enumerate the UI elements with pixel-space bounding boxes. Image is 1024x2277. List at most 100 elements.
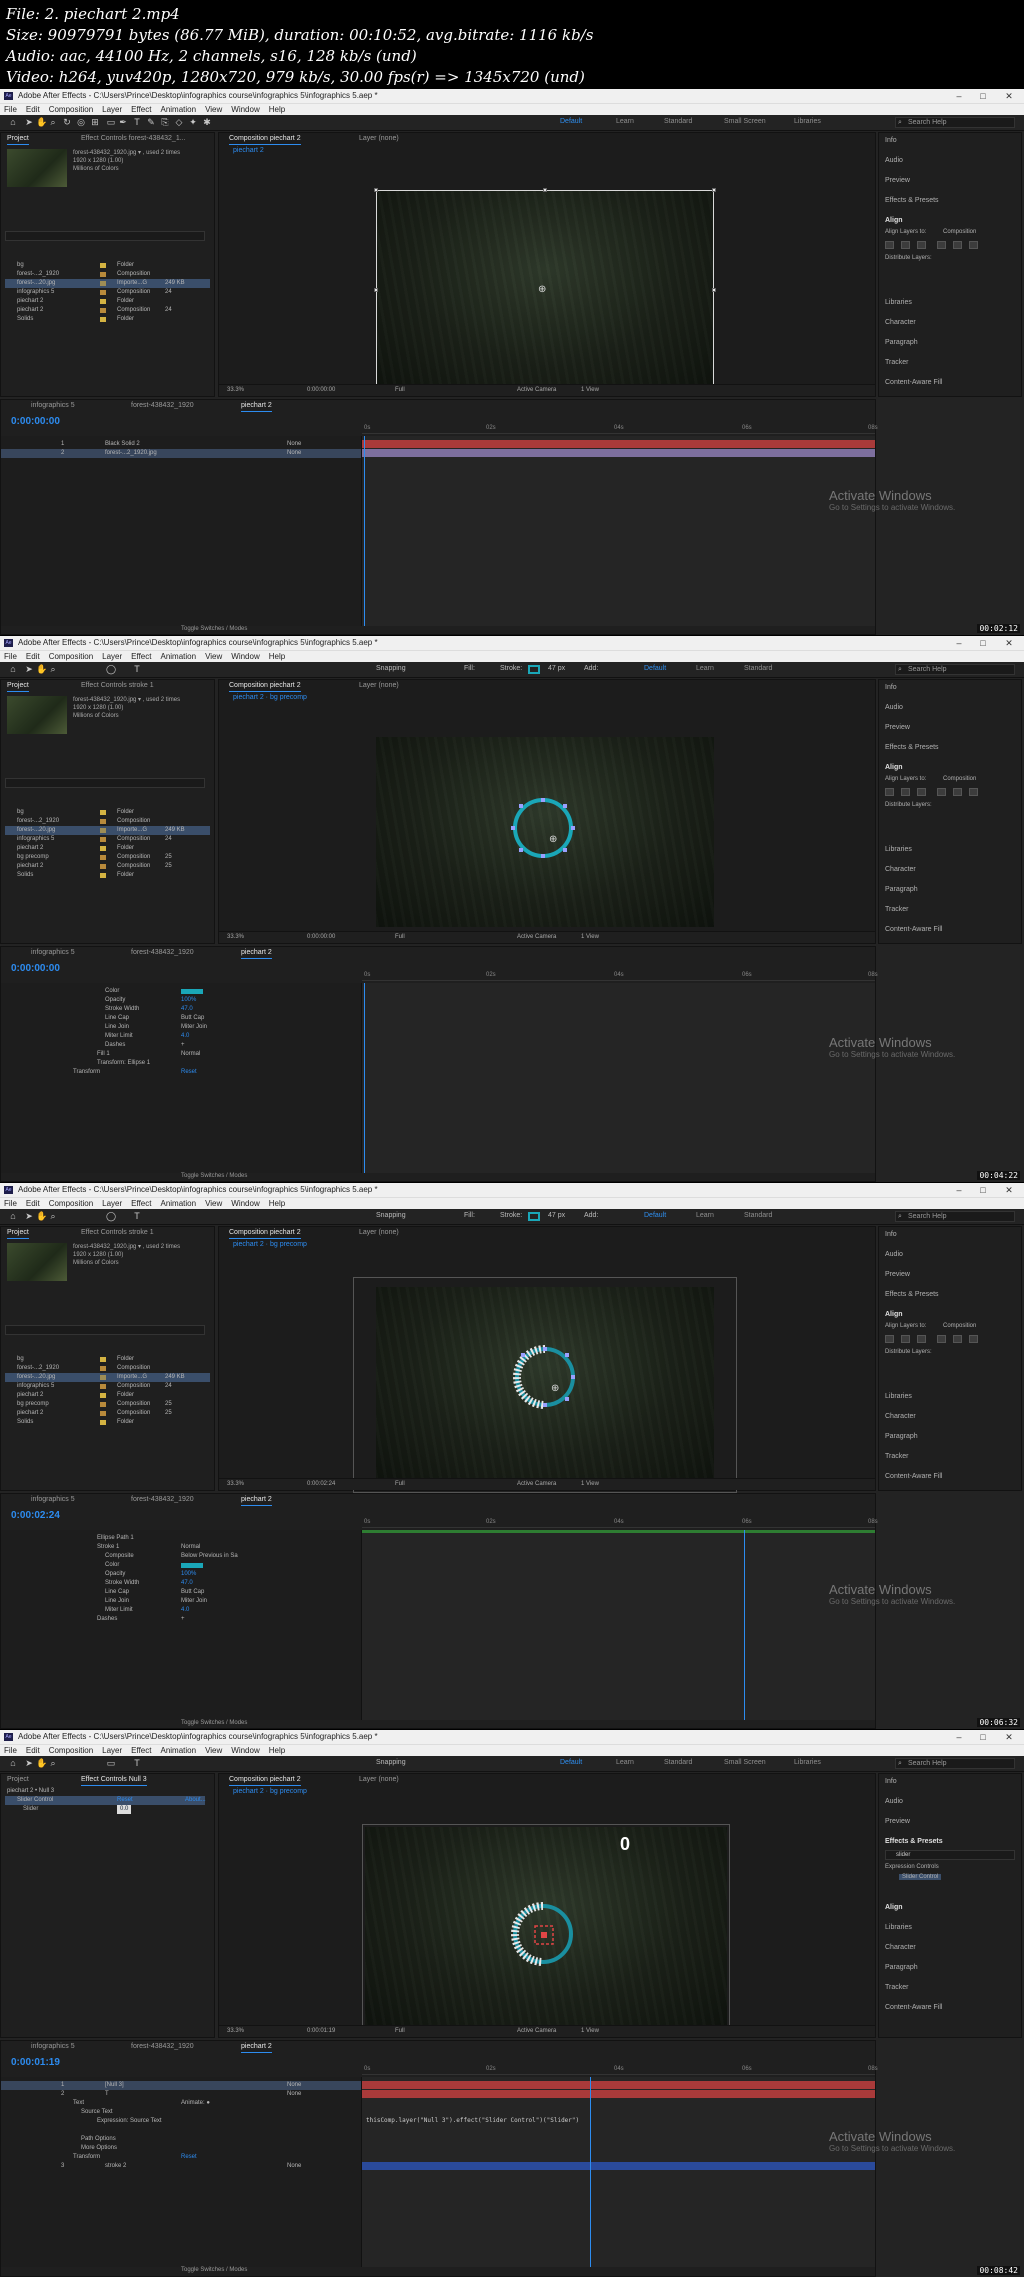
- time-ruler[interactable]: 0s 02s 04s 06s 08s: [362, 969, 878, 981]
- table-row[interactable]: Color: [1, 1561, 361, 1570]
- maximize-icon[interactable]: □: [972, 1730, 994, 1744]
- snapping-toggle[interactable]: Snapping: [376, 1759, 406, 1766]
- table-row[interactable]: Path Options: [1, 2135, 361, 2144]
- tab-timeline-1[interactable]: infographics 5: [31, 400, 75, 412]
- workspace-libraries[interactable]: Libraries: [794, 1759, 821, 1766]
- list-item[interactable]: Solids Folder: [5, 315, 210, 324]
- tab-timeline-3[interactable]: piechart 2: [241, 400, 272, 412]
- layer-bar[interactable]: [362, 440, 875, 448]
- hand-tool-icon[interactable]: ✋: [36, 117, 47, 128]
- panel-align[interactable]: Align: [885, 1311, 903, 1318]
- tab-effect-controls[interactable]: Effect Controls Null 3: [81, 1774, 147, 1786]
- tab-project[interactable]: Project: [7, 1774, 29, 1786]
- puppet-tool-icon[interactable]: ✱: [202, 117, 212, 128]
- camera-tool-icon[interactable]: ◎: [76, 117, 86, 128]
- menu-layer[interactable]: Layer: [102, 652, 122, 661]
- panel-align[interactable]: Align: [885, 1904, 903, 1911]
- list-item[interactable]: Solids Folder: [5, 871, 210, 880]
- fill-label[interactable]: Fill:: [464, 1212, 475, 1219]
- panel-preview[interactable]: Preview: [885, 1818, 910, 1825]
- effects-item-slider-control[interactable]: Slider Control: [899, 1874, 942, 1880]
- menu-view[interactable]: View: [205, 652, 222, 661]
- panel-info[interactable]: Info: [885, 1231, 897, 1238]
- panel-preview[interactable]: Preview: [885, 724, 910, 731]
- table-row[interactable]: More Options: [1, 2144, 361, 2153]
- workspace-default[interactable]: Default: [560, 118, 582, 125]
- tab-effect-controls[interactable]: Effect Controls stroke 1: [81, 680, 154, 692]
- tab-layer[interactable]: Layer (none): [359, 680, 399, 692]
- stroke-width-value[interactable]: 47 px: [548, 665, 565, 672]
- tab-composition[interactable]: Composition piechart 2: [229, 133, 301, 145]
- layer-bar[interactable]: [362, 2090, 875, 2098]
- zoom-dropdown[interactable]: 33.3%: [227, 2026, 244, 2037]
- timeline-tracks[interactable]: 0s 02s 04s 06s 08s thisComp.layer("Null 3").…: [361, 2063, 878, 2267]
- time-ruler[interactable]: 0s 02s 04s 06s 08s: [362, 422, 878, 434]
- table-row[interactable]: Transform Reset: [1, 1068, 361, 1077]
- panel-info[interactable]: Info: [885, 1778, 897, 1785]
- panel-paragraph[interactable]: Paragraph: [885, 1964, 918, 1971]
- menu-view[interactable]: View: [205, 1746, 222, 1755]
- panel-tracker[interactable]: Tracker: [885, 1453, 908, 1460]
- table-row[interactable]: Composite Below Previous in Sa: [1, 1552, 361, 1561]
- transform-handle[interactable]: [712, 188, 716, 192]
- maximize-icon[interactable]: □: [972, 89, 994, 103]
- align-bottom-icon[interactable]: [969, 241, 978, 249]
- menu-edit[interactable]: Edit: [26, 1746, 40, 1755]
- home-icon[interactable]: ⌂: [8, 117, 18, 128]
- table-row[interactable]: 2 T None: [1, 2090, 361, 2099]
- panel-libraries[interactable]: Libraries: [885, 1393, 912, 1400]
- timecode-display[interactable]: 0:00:01:19: [11, 2057, 60, 2068]
- timecode-display[interactable]: 0:00:00:00: [11, 416, 60, 427]
- list-item[interactable]: bg Folder: [5, 261, 210, 270]
- panel-content-aware-fill[interactable]: Content-Aware Fill: [885, 926, 942, 933]
- playhead[interactable]: [364, 436, 365, 626]
- type-tool-icon[interactable]: T: [132, 1211, 142, 1222]
- effects-group[interactable]: Expression Controls: [885, 1864, 939, 1870]
- effect-row[interactable]: Slider 0.0: [5, 1805, 205, 1814]
- tab-timeline-1[interactable]: infographics 5: [31, 947, 75, 959]
- table-row[interactable]: Dashes +: [1, 1615, 361, 1624]
- panel-preview[interactable]: Preview: [885, 177, 910, 184]
- menu-effect[interactable]: Effect: [131, 1199, 151, 1208]
- list-item[interactable]: forest-...2_1920 Composition: [5, 1364, 210, 1373]
- workspace-standard[interactable]: Standard: [744, 665, 772, 672]
- workspace-standard[interactable]: Standard: [664, 1759, 692, 1766]
- panel-effects-presets[interactable]: Effects & Presets: [885, 1838, 943, 1845]
- panel-content-aware-fill[interactable]: Content-Aware Fill: [885, 1473, 942, 1480]
- panel-content-aware-fill[interactable]: Content-Aware Fill: [885, 379, 942, 386]
- close-icon[interactable]: ✕: [998, 1730, 1020, 1744]
- stroke-width-value[interactable]: 47 px: [548, 1212, 565, 1219]
- list-item[interactable]: bg Folder: [5, 1355, 210, 1364]
- project-search-input[interactable]: [5, 778, 205, 788]
- close-icon[interactable]: ✕: [998, 1183, 1020, 1197]
- menu-help[interactable]: Help: [269, 652, 285, 661]
- workspace-learn[interactable]: Learn: [616, 118, 634, 125]
- table-row[interactable]: 3 stroke 2 None: [1, 2162, 361, 2171]
- table-row[interactable]: 2 forest-...2_1920.jpg None: [1, 449, 361, 458]
- menu-help[interactable]: Help: [269, 1746, 285, 1755]
- tab-timeline-1[interactable]: infographics 5: [31, 1494, 75, 1506]
- align-target-dropdown[interactable]: Composition: [943, 776, 976, 782]
- panel-character[interactable]: Character: [885, 866, 916, 873]
- transform-handle[interactable]: [374, 188, 378, 192]
- list-item[interactable]: bg precomp Composition 25: [5, 1400, 210, 1409]
- zoom-dropdown[interactable]: 33.3%: [227, 1479, 244, 1490]
- table-row[interactable]: Stroke 1 Normal: [1, 1543, 361, 1552]
- menu-window[interactable]: Window: [231, 652, 259, 661]
- transform-handle[interactable]: [374, 288, 378, 292]
- zoom-tool-icon[interactable]: ⌕: [48, 1211, 58, 1222]
- tab-layer[interactable]: Layer (none): [359, 1227, 399, 1239]
- minimize-icon[interactable]: –: [948, 636, 970, 650]
- brush-tool-icon[interactable]: ✎: [146, 117, 156, 128]
- list-item[interactable]: forest-...20.jpg Importe...G 249 KB: [5, 1373, 210, 1382]
- ellipse-tool-icon[interactable]: ◯: [106, 664, 116, 675]
- menu-layer[interactable]: Layer: [102, 105, 122, 114]
- panel-character[interactable]: Character: [885, 1944, 916, 1951]
- panel-effects-presets[interactable]: Effects & Presets: [885, 744, 939, 751]
- align-right-icon[interactable]: [917, 1335, 926, 1343]
- list-item[interactable]: forest-...20.jpg Importe...G 249 KB: [5, 279, 210, 288]
- workspace-learn[interactable]: Learn: [696, 1212, 714, 1219]
- panel-effects-presets[interactable]: Effects & Presets: [885, 197, 939, 204]
- views-dropdown[interactable]: 1 View: [581, 385, 599, 396]
- menu-composition[interactable]: Composition: [49, 652, 93, 661]
